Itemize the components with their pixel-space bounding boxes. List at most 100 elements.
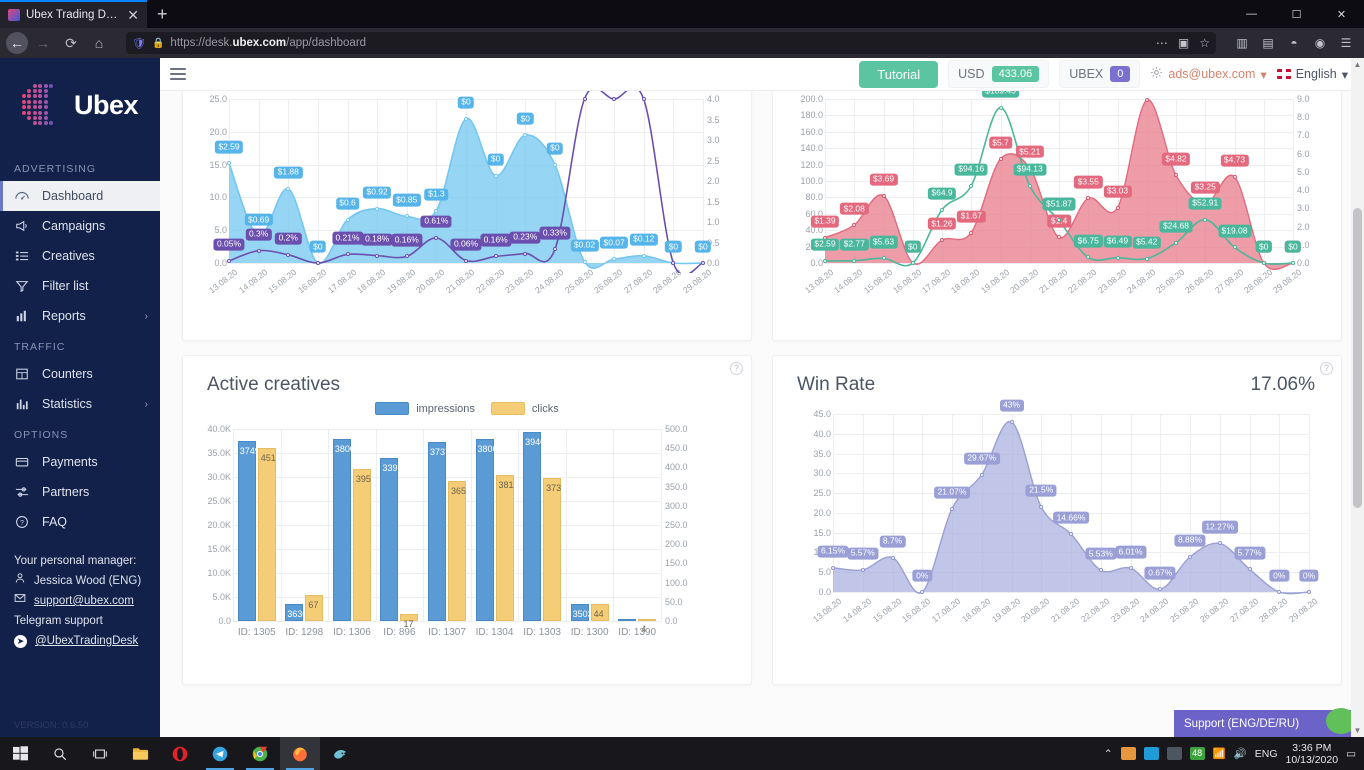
tray-app-icon[interactable] [1144, 747, 1159, 760]
search-icon[interactable] [40, 737, 80, 770]
scroll-up-icon[interactable]: ▲ [1351, 58, 1364, 71]
back-icon[interactable]: ← [6, 32, 28, 54]
version-label: VERSION: 0.6.50 [14, 720, 88, 731]
sidebar-item-campaigns[interactable]: Campaigns [0, 211, 160, 241]
tray-screenshot-icon[interactable] [1121, 747, 1136, 760]
sidebar-item-filter-list[interactable]: Filter list [0, 271, 160, 301]
email-row[interactable]: support@ubex.com [14, 591, 160, 611]
container-icon[interactable]: ◓ [1282, 31, 1306, 55]
impressions-label: 38008 [335, 444, 352, 454]
reload-icon[interactable]: ⟳ [58, 31, 84, 55]
task-view-icon[interactable] [80, 737, 120, 770]
notifications-icon[interactable]: ▭ [1346, 748, 1356, 760]
reader-icon[interactable]: ▣ [1178, 36, 1189, 50]
sidebar-item-statistics[interactable]: Statistics › [0, 389, 160, 419]
usd-balance-chip[interactable]: USD 433.06 [948, 60, 1049, 88]
sidebar-toggle-icon[interactable] [170, 68, 186, 80]
ubex-balance-chip[interactable]: UBEX 0 [1059, 60, 1140, 88]
opera-icon[interactable] [160, 737, 200, 770]
window-close-icon[interactable]: ✕ [1319, 0, 1364, 28]
sidebar-item-partners[interactable]: Partners [0, 477, 160, 507]
account-menu[interactable]: ads@ubex.com ▾ [1150, 66, 1266, 82]
chrome-icon[interactable] [240, 737, 280, 770]
close-icon[interactable]: ✕ [127, 8, 139, 22]
bar-clicks[interactable] [543, 478, 561, 621]
data-point [346, 218, 350, 222]
tray-cloud-icon[interactable] [1167, 747, 1182, 760]
bar-clicks[interactable] [448, 481, 466, 621]
clock[interactable]: 3:36 PM 10/13/2020 [1286, 742, 1339, 766]
spent-label: $0 [1256, 241, 1272, 253]
y-axis-tick: 20.0K [199, 520, 231, 530]
data-point [911, 261, 915, 265]
account-icon[interactable]: ◉ [1308, 31, 1332, 55]
bar-clicks[interactable] [638, 619, 656, 621]
menu-icon[interactable]: ☰ [1334, 31, 1358, 55]
bar-clicks[interactable] [496, 475, 514, 621]
language-indicator[interactable]: ENG [1255, 748, 1278, 760]
sidebar-item-counters[interactable]: Counters [0, 359, 160, 389]
page-scrollbar[interactable]: ▲ ▼ [1351, 58, 1364, 737]
gridline [566, 429, 567, 621]
data-point [227, 259, 231, 263]
sidebar-icon[interactable]: ▤ [1256, 31, 1280, 55]
wifi-icon[interactable]: 📶 [1213, 747, 1226, 760]
ctr-cpc-card: CTR CPC 0.05.010.015.020.025.00.00.51.01… [182, 91, 752, 341]
firefox-icon[interactable] [280, 737, 320, 770]
legend-item-clicks[interactable]: clicks [491, 402, 559, 415]
bar-clicks[interactable] [353, 469, 371, 621]
help-icon[interactable]: ? [1320, 362, 1333, 375]
bar-impressions[interactable] [428, 442, 446, 621]
maximize-icon[interactable]: ☐ [1274, 0, 1319, 28]
sidebar-item-payments[interactable]: Payments [0, 447, 160, 477]
tutorial-button[interactable]: Tutorial [859, 61, 938, 88]
start-icon[interactable] [0, 737, 40, 770]
more-icon[interactable]: ⋯ [1156, 36, 1168, 50]
app-icon[interactable] [320, 737, 360, 770]
manager-email-link[interactable]: support@ubex.com [34, 591, 134, 611]
home-icon[interactable]: ⌂ [86, 31, 112, 55]
bar-impressions[interactable] [380, 458, 398, 621]
bar-clicks[interactable] [258, 448, 276, 621]
forward-icon[interactable]: → [30, 31, 56, 55]
volume-icon[interactable]: 🔊 [1234, 747, 1247, 760]
support-widget[interactable]: Support (ENG/DE/RU) [1174, 710, 1364, 737]
ecpm-label: $3.55 [1074, 176, 1102, 188]
win-rate-header: Win Rate 17.06% [773, 356, 1341, 396]
data-point [583, 260, 587, 264]
sidebar-item-dashboard[interactable]: Dashboard [0, 181, 160, 211]
minimize-icon[interactable]: — [1229, 0, 1274, 28]
sidebar-item-creatives[interactable]: Creatives [0, 241, 160, 271]
bar-impressions[interactable] [333, 439, 351, 621]
scroll-down-icon[interactable]: ▼ [1351, 724, 1364, 737]
battery-icon[interactable]: 48 [1190, 747, 1205, 760]
sidebar-item-reports[interactable]: Reports › [0, 301, 160, 331]
browser-tab[interactable]: Ubex Trading Desk ✕ [0, 0, 147, 28]
bar-impressions[interactable] [618, 619, 636, 621]
svg-text:?: ? [20, 520, 24, 527]
new-tab-button[interactable]: + [147, 0, 178, 28]
y-axis-tick: 35.0K [199, 448, 231, 458]
address-bar[interactable]: 🛡 🔒 https://desk.ubex.com/app/dashboard … [126, 32, 1216, 54]
brand-logo[interactable]: Ubex [0, 58, 160, 153]
bar-impressions[interactable] [523, 432, 541, 621]
telegram-row[interactable]: ➤ @UbexTradingDesk [14, 631, 160, 651]
scrollbar-thumb[interactable] [1353, 208, 1362, 508]
cpc-label: $0 [487, 153, 503, 165]
sidebar-item-faq[interactable]: ? FAQ [0, 507, 160, 537]
bar-impressions[interactable] [238, 441, 256, 621]
spent-label: $94.13 [1013, 163, 1046, 175]
bookmark-star-icon[interactable]: ☆ [1199, 36, 1210, 50]
legend-item-impressions[interactable]: impressions [375, 402, 475, 415]
spent-label: $5.42 [1133, 236, 1161, 248]
tray-expand-icon[interactable]: ⌃ [1104, 748, 1113, 760]
telegram-link[interactable]: @UbexTradingDesk [35, 631, 138, 651]
bar-impressions[interactable] [476, 439, 494, 621]
telegram-icon[interactable] [200, 737, 240, 770]
ctr-label: 0.3% [245, 228, 271, 240]
file-explorer-icon[interactable] [120, 737, 160, 770]
language-selector[interactable]: English ▾ [1277, 67, 1348, 82]
data-point [1057, 218, 1061, 222]
help-icon[interactable]: ? [730, 362, 743, 375]
library-icon[interactable]: ▥ [1230, 31, 1254, 55]
